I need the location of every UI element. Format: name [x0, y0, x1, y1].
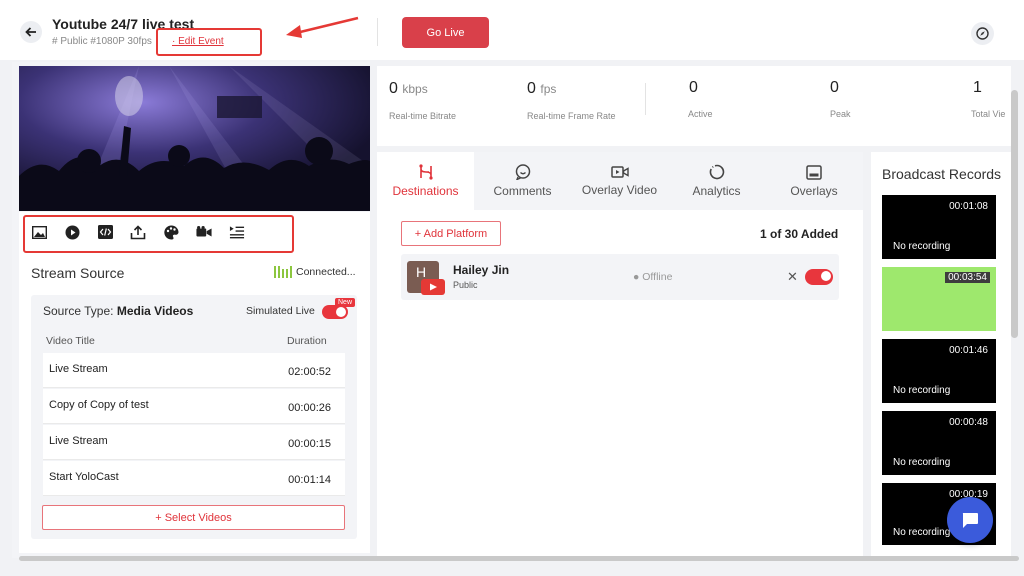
total-views-label: Total Vie	[971, 109, 1006, 119]
recording-duration: 00:03:54	[945, 272, 990, 283]
stats-divider	[645, 83, 646, 115]
overlays-icon	[806, 164, 822, 180]
video-duration: 00:00:26	[288, 402, 331, 414]
tab-analytics[interactable]: Analytics	[668, 152, 765, 210]
connection-status-text: Connected...	[296, 266, 356, 278]
stats-bar	[377, 66, 1011, 146]
destination-status: ● Offline	[633, 271, 673, 283]
horizontal-scrollbar[interactable]	[19, 556, 1019, 561]
comments-icon	[515, 164, 530, 180]
destination-toggle[interactable]	[805, 269, 833, 285]
tab-overlays[interactable]: Overlays	[765, 152, 863, 210]
playlist-icon[interactable]	[229, 224, 245, 240]
video-duration: 00:01:14	[288, 474, 331, 486]
vertical-scrollbar[interactable]	[1011, 90, 1018, 338]
video-title: Live Stream	[49, 363, 108, 375]
chat-icon[interactable]	[947, 497, 993, 543]
bitrate-label: Real-time Bitrate	[389, 111, 457, 121]
video-row[interactable]: Live Stream 00:00:15	[43, 425, 345, 460]
peak-label: Peak	[830, 109, 851, 119]
youtube-icon	[421, 279, 445, 295]
header-divider	[377, 18, 378, 46]
total-views-value: 1	[973, 79, 982, 96]
tab-comments[interactable]: Comments	[474, 152, 571, 210]
camera-icon[interactable]	[196, 224, 212, 240]
video-duration: 00:00:15	[288, 438, 331, 450]
active-value: 0	[689, 79, 698, 96]
col-duration: Duration	[287, 335, 327, 347]
video-row[interactable]: Copy of Copy of test 00:00:26	[43, 389, 345, 424]
play-icon[interactable]	[64, 224, 80, 240]
tab-destinations[interactable]: Destinations	[377, 152, 474, 210]
recording-thumbnail[interactable]: 00:00:48 No recording	[882, 411, 996, 475]
source-type-label: Source Type:	[43, 304, 114, 318]
destination-row	[401, 254, 839, 300]
overlay-video-icon	[610, 166, 629, 178]
tab-label: Analytics	[692, 184, 741, 198]
annotation-box-edit-event	[156, 28, 262, 56]
recording-thumbnail[interactable]: 00:01:46 No recording	[882, 339, 996, 403]
bitrate-value: 0 kbps	[389, 80, 428, 97]
simulated-live-label: Simulated Live	[246, 305, 315, 317]
new-badge: New	[335, 298, 356, 307]
recording-duration: 00:01:08	[949, 201, 988, 212]
col-video-title: Video Title	[46, 335, 95, 347]
recording-thumbnail[interactable]: 00:03:54	[882, 267, 996, 331]
video-title: Start YoloCast	[49, 471, 119, 483]
tab-label: Destinations	[392, 184, 459, 198]
active-label: Active	[688, 109, 713, 119]
recording-duration: 00:01:46	[949, 345, 988, 356]
tab-label: Overlay Video	[581, 183, 658, 197]
recording-label: No recording	[893, 241, 951, 252]
compass-icon[interactable]	[971, 22, 994, 45]
stream-source-title: Stream Source	[31, 265, 125, 281]
recording-label: No recording	[893, 457, 951, 468]
arrow-left-icon[interactable]	[20, 21, 42, 43]
code-icon[interactable]	[97, 224, 113, 240]
destinations-icon	[418, 164, 433, 180]
tabs-panel	[377, 152, 863, 557]
destinations-count: 1 of 30 Added	[760, 227, 839, 241]
peak-value: 0	[830, 79, 839, 96]
analytics-icon	[709, 164, 724, 180]
tab-label: Overlays	[790, 183, 838, 198]
recording-thumbnail[interactable]: 00:01:08 No recording	[882, 195, 996, 259]
tab-overlay-video[interactable]: Overlay Video	[571, 152, 668, 210]
annotation-arrow	[286, 16, 359, 38]
video-row[interactable]: Start YoloCast 00:01:14	[43, 461, 345, 496]
simulated-live-toggle[interactable]	[322, 305, 348, 319]
fps-value: 0 fps	[527, 80, 557, 97]
recording-label: No recording	[893, 385, 951, 396]
event-subtitle: # Public #1080P 30fps	[52, 36, 152, 47]
palette-icon[interactable]	[163, 224, 179, 240]
fps-label: Real-time Frame Rate	[527, 111, 616, 121]
tab-label: Comments	[493, 184, 552, 198]
share-icon[interactable]	[130, 224, 146, 240]
add-platform-button[interactable]: + Add Platform	[401, 221, 501, 246]
source-type: Source Type: Media Videos	[43, 304, 193, 318]
close-icon[interactable]: ✕	[787, 269, 798, 285]
broadcast-records-title: Broadcast Records	[882, 166, 1002, 182]
go-live-button[interactable]: Go Live	[402, 17, 489, 48]
destination-name: Hailey Jin	[453, 263, 510, 277]
connection-status: Connected...	[274, 266, 356, 278]
video-duration: 02:00:52	[288, 366, 331, 378]
video-title: Live Stream	[49, 435, 108, 447]
video-row[interactable]: Live Stream 02:00:52	[43, 353, 345, 388]
select-videos-button[interactable]: + Select Videos	[42, 505, 345, 530]
signal-bars-icon	[274, 266, 292, 278]
image-icon[interactable]	[31, 224, 47, 240]
recording-duration: 00:00:48	[949, 417, 988, 428]
source-type-value: Media Videos	[116, 304, 194, 318]
recording-label: No recording	[893, 527, 951, 538]
destination-privacy: Public	[453, 280, 478, 290]
video-title: Copy of Copy of test	[49, 399, 149, 411]
video-preview	[19, 66, 370, 211]
